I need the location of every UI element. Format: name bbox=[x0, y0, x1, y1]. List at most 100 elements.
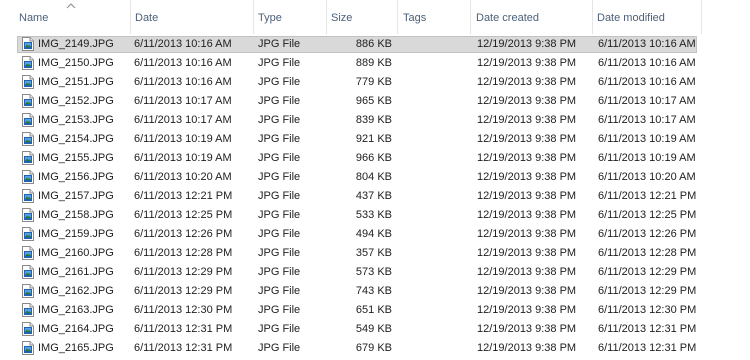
file-type: JPG File bbox=[258, 171, 301, 183]
file-name: IMG_2150.JPG bbox=[38, 57, 114, 69]
column-label: Date modified bbox=[597, 12, 665, 24]
file-date: 6/11/2013 10:20 AM bbox=[134, 171, 232, 183]
file-type: JPG File bbox=[258, 209, 301, 221]
file-list-view: Name Date Type Size Tags Date created Da… bbox=[0, 0, 750, 360]
file-date-modified: 6/11/2013 10:17 AM bbox=[598, 95, 696, 107]
file-date-modified: 6/11/2013 12:31 PM bbox=[598, 342, 697, 354]
file-size: 679 KB bbox=[355, 342, 392, 354]
column-label: Date bbox=[135, 12, 159, 24]
file-size: 966 KB bbox=[355, 152, 392, 164]
file-type: JPG File bbox=[258, 114, 301, 126]
file-row[interactable]: IMG_2150.JPG 6/11/2013 10:16 AM JPG File 88… bbox=[0, 54, 705, 73]
file-date-created: 12/19/2013 9:38 PM bbox=[477, 266, 577, 278]
column-header-tags[interactable]: Tags bbox=[398, 0, 471, 34]
file-date: 6/11/2013 10:19 AM bbox=[134, 152, 232, 164]
file-date-created: 12/19/2013 9:38 PM bbox=[477, 247, 577, 259]
file-date-modified: 6/11/2013 12:29 PM bbox=[598, 285, 697, 297]
column-label: Date created bbox=[476, 12, 539, 24]
file-type: JPG File bbox=[258, 57, 301, 69]
file-type: JPG File bbox=[258, 95, 301, 107]
file-date-modified: 6/11/2013 12:25 PM bbox=[598, 209, 697, 221]
sort-ascending-icon bbox=[66, 3, 76, 9]
file-date-created: 12/19/2013 9:38 PM bbox=[477, 38, 577, 50]
column-label: Name bbox=[19, 12, 49, 24]
file-size: 494 KB bbox=[355, 228, 392, 240]
file-size: 886 KB bbox=[355, 38, 392, 50]
file-name: IMG_2156.JPG bbox=[38, 171, 114, 183]
file-row[interactable]: IMG_2161.JPG 6/11/2013 12:29 PM JPG File 57… bbox=[0, 263, 705, 282]
file-name: IMG_2153.JPG bbox=[38, 114, 114, 126]
file-name: IMG_2159.JPG bbox=[38, 228, 114, 240]
column-label: Type bbox=[258, 12, 282, 24]
file-row[interactable]: IMG_2159.JPG 6/11/2013 12:26 PM JPG File 49… bbox=[0, 225, 705, 244]
file-type: JPG File bbox=[258, 228, 301, 240]
file-row[interactable]: IMG_2165.JPG 6/11/2013 12:31 PM JPG File 67… bbox=[0, 339, 705, 358]
column-header-name[interactable]: Name bbox=[0, 0, 131, 34]
file-size: 357 KB bbox=[355, 247, 392, 259]
file-size: 573 KB bbox=[355, 266, 392, 278]
jpg-image-file-icon bbox=[22, 170, 34, 184]
file-date: 6/11/2013 10:17 AM bbox=[134, 95, 232, 107]
file-row[interactable]: IMG_2164.JPG 6/11/2013 12:31 PM JPG File 54… bbox=[0, 320, 705, 339]
file-date-created: 12/19/2013 9:38 PM bbox=[477, 95, 577, 107]
file-date: 6/11/2013 12:31 PM bbox=[134, 342, 233, 354]
file-type: JPG File bbox=[258, 152, 301, 164]
column-header-type[interactable]: Type bbox=[254, 0, 327, 34]
column-header-size[interactable]: Size bbox=[327, 0, 398, 34]
file-date-created: 12/19/2013 9:38 PM bbox=[477, 57, 577, 69]
jpg-image-file-icon bbox=[22, 37, 34, 51]
file-date: 6/11/2013 10:16 AM bbox=[134, 38, 232, 50]
file-row[interactable]: IMG_2153.JPG 6/11/2013 10:17 AM JPG File 83… bbox=[0, 111, 705, 130]
column-header-date[interactable]: Date bbox=[131, 0, 254, 34]
file-date-created: 12/19/2013 9:38 PM bbox=[477, 323, 577, 335]
file-name: IMG_2165.JPG bbox=[38, 342, 114, 354]
file-name: IMG_2149.JPG bbox=[38, 38, 114, 50]
file-name: IMG_2158.JPG bbox=[38, 209, 114, 221]
jpg-image-file-icon bbox=[22, 151, 34, 165]
jpg-image-file-icon bbox=[22, 303, 34, 317]
file-size: 804 KB bbox=[355, 171, 392, 183]
file-row[interactable]: IMG_2160.JPG 6/11/2013 12:28 PM JPG File 35… bbox=[0, 244, 705, 263]
file-size: 921 KB bbox=[355, 133, 392, 145]
file-row[interactable]: IMG_2163.JPG 6/11/2013 12:30 PM JPG File 65… bbox=[0, 301, 705, 320]
file-row[interactable]: IMG_2155.JPG 6/11/2013 10:19 AM JPG File 96… bbox=[0, 149, 705, 168]
file-date: 6/11/2013 12:21 PM bbox=[134, 190, 233, 202]
file-row[interactable]: IMG_2151.JPG 6/11/2013 10:16 AM JPG File 77… bbox=[0, 73, 705, 92]
file-date-created: 12/19/2013 9:38 PM bbox=[477, 228, 577, 240]
file-date-modified: 6/11/2013 10:20 AM bbox=[598, 171, 696, 183]
file-type: JPG File bbox=[258, 190, 301, 202]
file-date: 6/11/2013 10:17 AM bbox=[134, 114, 232, 126]
jpg-image-file-icon bbox=[22, 94, 34, 108]
file-row[interactable]: IMG_2149.JPG 6/11/2013 10:16 AM JPG File 88… bbox=[0, 35, 705, 54]
file-size: 549 KB bbox=[355, 323, 392, 335]
file-type: JPG File bbox=[258, 285, 301, 297]
file-date-modified: 6/11/2013 10:16 AM bbox=[598, 57, 696, 69]
column-label: Size bbox=[331, 12, 353, 24]
file-date-created: 12/19/2013 9:38 PM bbox=[477, 133, 577, 145]
column-header-bar: Name Date Type Size Tags Date created Da… bbox=[0, 0, 705, 34]
jpg-image-file-icon bbox=[22, 341, 34, 355]
file-row[interactable]: IMG_2158.JPG 6/11/2013 12:25 PM JPG File 53… bbox=[0, 206, 705, 225]
file-row[interactable]: IMG_2162.JPG 6/11/2013 12:29 PM JPG File 74… bbox=[0, 282, 705, 301]
file-date-modified: 6/11/2013 10:19 AM bbox=[598, 133, 696, 145]
file-size: 437 KB bbox=[355, 190, 392, 202]
file-date-created: 12/19/2013 9:38 PM bbox=[477, 209, 577, 221]
column-label: Tags bbox=[403, 12, 427, 24]
file-date-modified: 6/11/2013 12:26 PM bbox=[598, 228, 697, 240]
file-row[interactable]: IMG_2156.JPG 6/11/2013 10:20 AM JPG File 80… bbox=[0, 168, 705, 187]
file-row[interactable]: IMG_2157.JPG 6/11/2013 12:21 PM JPG File 43… bbox=[0, 187, 705, 206]
file-row[interactable]: IMG_2152.JPG 6/11/2013 10:17 AM JPG File 96… bbox=[0, 92, 705, 111]
file-date-modified: 6/11/2013 10:19 AM bbox=[598, 152, 696, 164]
jpg-image-file-icon bbox=[22, 265, 34, 279]
file-date: 6/11/2013 12:31 PM bbox=[134, 323, 233, 335]
file-date: 6/11/2013 10:19 AM bbox=[134, 133, 232, 145]
file-date: 6/11/2013 12:29 PM bbox=[134, 266, 233, 278]
column-header-date-created[interactable]: Date created bbox=[471, 0, 593, 34]
file-date-modified: 6/11/2013 12:29 PM bbox=[598, 266, 697, 278]
file-date-modified: 6/11/2013 10:16 AM bbox=[598, 76, 696, 88]
file-date: 6/11/2013 12:26 PM bbox=[134, 228, 233, 240]
column-header-date-modified[interactable]: Date modified bbox=[593, 0, 702, 34]
file-date-created: 12/19/2013 9:38 PM bbox=[477, 285, 577, 297]
file-row[interactable]: IMG_2154.JPG 6/11/2013 10:19 AM JPG File 92… bbox=[0, 130, 705, 149]
file-date-modified: 6/11/2013 12:31 PM bbox=[598, 323, 697, 335]
